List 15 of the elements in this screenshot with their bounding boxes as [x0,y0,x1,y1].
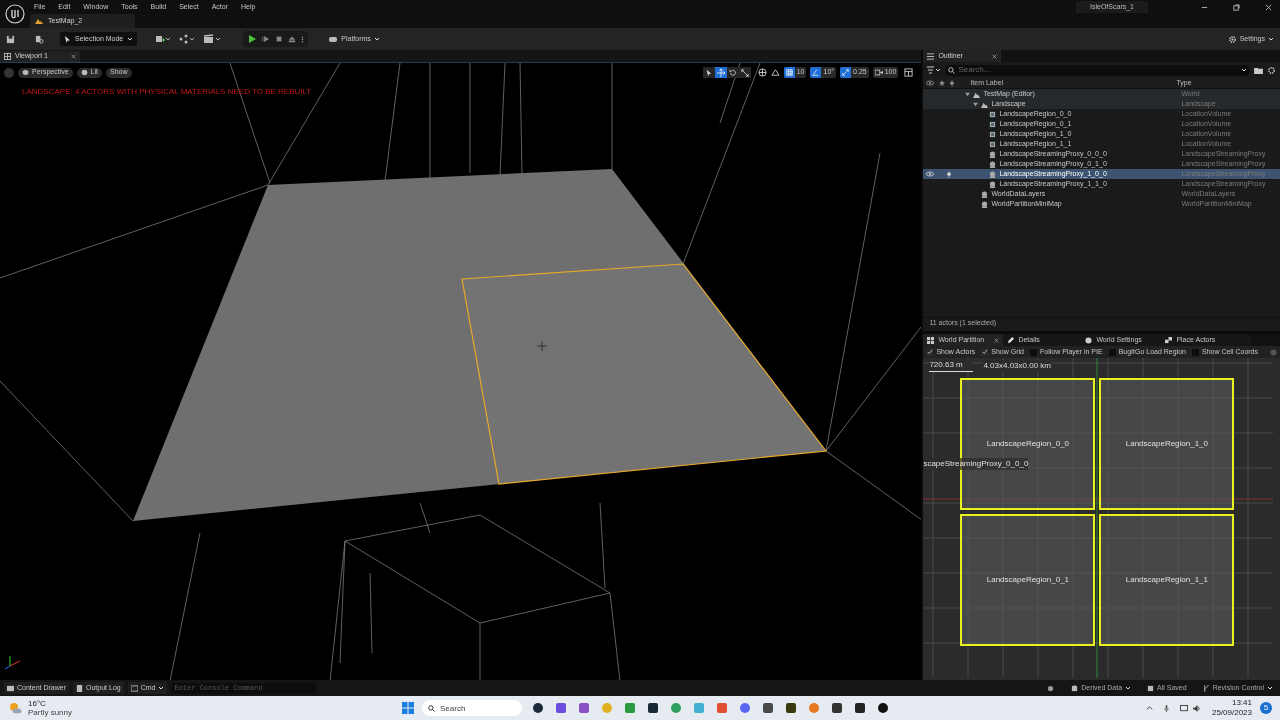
region-cell[interactable]: LandscapeRegion_1_1 [1099,514,1235,646]
notification-badge[interactable]: 5 [1260,702,1272,714]
world-size-label: 4.03x4.03x0.00 km [983,360,1051,372]
search-input[interactable]: Search [440,701,516,715]
taskbar-search-field[interactable]: Search [422,700,522,716]
actor-label: scapeStreamingProxy_0_0_0 [923,458,1029,470]
clock-date[interactable]: 25/09/2023 [1211,708,1252,718]
weather-text: Partly sunny [28,708,73,717]
warning-message: LANDSCAPE: 4 ACTORS WITH PHYSICAL MATERIALS NEED TO BE REBUILT [22,86,312,98]
region-cell[interactable]: LandscapeRegion_0_1 [960,514,1096,646]
region-cell[interactable]: LandscapeRegion_1_0 [1099,378,1235,510]
clock-time[interactable]: 13:41 [1231,698,1252,708]
weather-widget[interactable]: 16°C Partly sunny [8,699,208,717]
scale-bar: 720.63 m [929,359,973,372]
temperature-text: 16°C [28,699,47,708]
